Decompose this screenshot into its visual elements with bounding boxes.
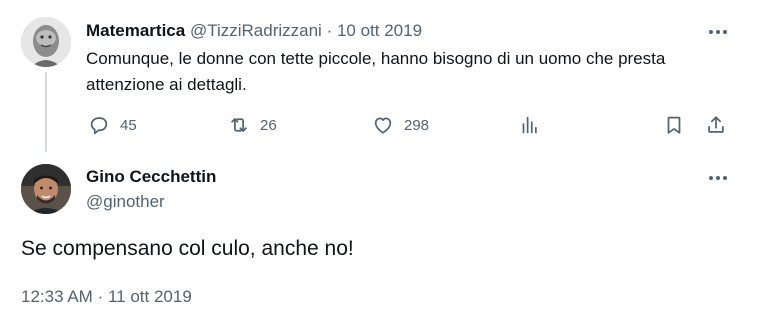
retweet-button[interactable]: 26	[228, 112, 277, 138]
like-icon	[374, 117, 392, 134]
share-icon	[708, 116, 724, 133]
parent-author-avatar[interactable]	[21, 17, 71, 67]
reply-author-handle[interactable]: @ginother	[86, 191, 165, 213]
parent-more-options-button[interactable]	[706, 22, 730, 42]
parent-author-handle[interactable]: @TizziRadrizzani	[190, 21, 322, 40]
reply-icon	[90, 117, 108, 135]
parent-tweet[interactable]: Matemartica @TizziRadrizzani · 10 ott 20…	[0, 0, 762, 152]
bookmark-button[interactable]	[663, 112, 685, 138]
reply-date: 11 ott 2019	[107, 287, 192, 306]
parent-tweet-date[interactable]: 10 ott 2019	[337, 21, 422, 40]
timestamp-separator: ·	[97, 287, 104, 306]
bookmark-icon	[667, 116, 681, 134]
parent-tweet-header: Matemartica @TizziRadrizzani · 10 ott 20…	[86, 20, 422, 42]
thread-connector-line	[45, 72, 47, 152]
retweet-count: 26	[260, 116, 277, 134]
parent-author-name[interactable]: Matemartica	[86, 21, 185, 40]
views-button[interactable]	[518, 112, 540, 138]
dot-icon	[716, 30, 720, 34]
dot-icon	[723, 176, 727, 180]
reply-author-avatar[interactable]	[21, 164, 71, 214]
like-count: 298	[404, 116, 430, 134]
reply-author-name[interactable]: Gino Cecchettin	[86, 166, 216, 188]
parent-tweet-actions: 45 26 298	[86, 112, 736, 138]
dot-icon	[709, 176, 713, 180]
reply-more-options-button[interactable]	[706, 168, 730, 188]
reply-tweet-timestamp[interactable]: 12:33 AM · 11 ott 2019	[21, 286, 192, 308]
header-separator: ·	[326, 21, 333, 40]
like-button[interactable]: 298	[372, 112, 429, 138]
reply-tweet-text: Se compensano col culo, anche no!	[21, 237, 354, 260]
reply-count: 45	[120, 116, 137, 134]
dot-icon	[716, 176, 720, 180]
retweet-icon	[231, 118, 247, 132]
reply-time: 12:33 AM	[21, 287, 93, 306]
parent-tweet-text: Comunque, le donne con tette piccole, ha…	[86, 49, 666, 94]
reply-button[interactable]: 45	[88, 112, 137, 138]
dot-icon	[723, 30, 727, 34]
views-icon	[522, 116, 537, 134]
share-button[interactable]	[705, 112, 727, 138]
dot-icon	[709, 30, 713, 34]
